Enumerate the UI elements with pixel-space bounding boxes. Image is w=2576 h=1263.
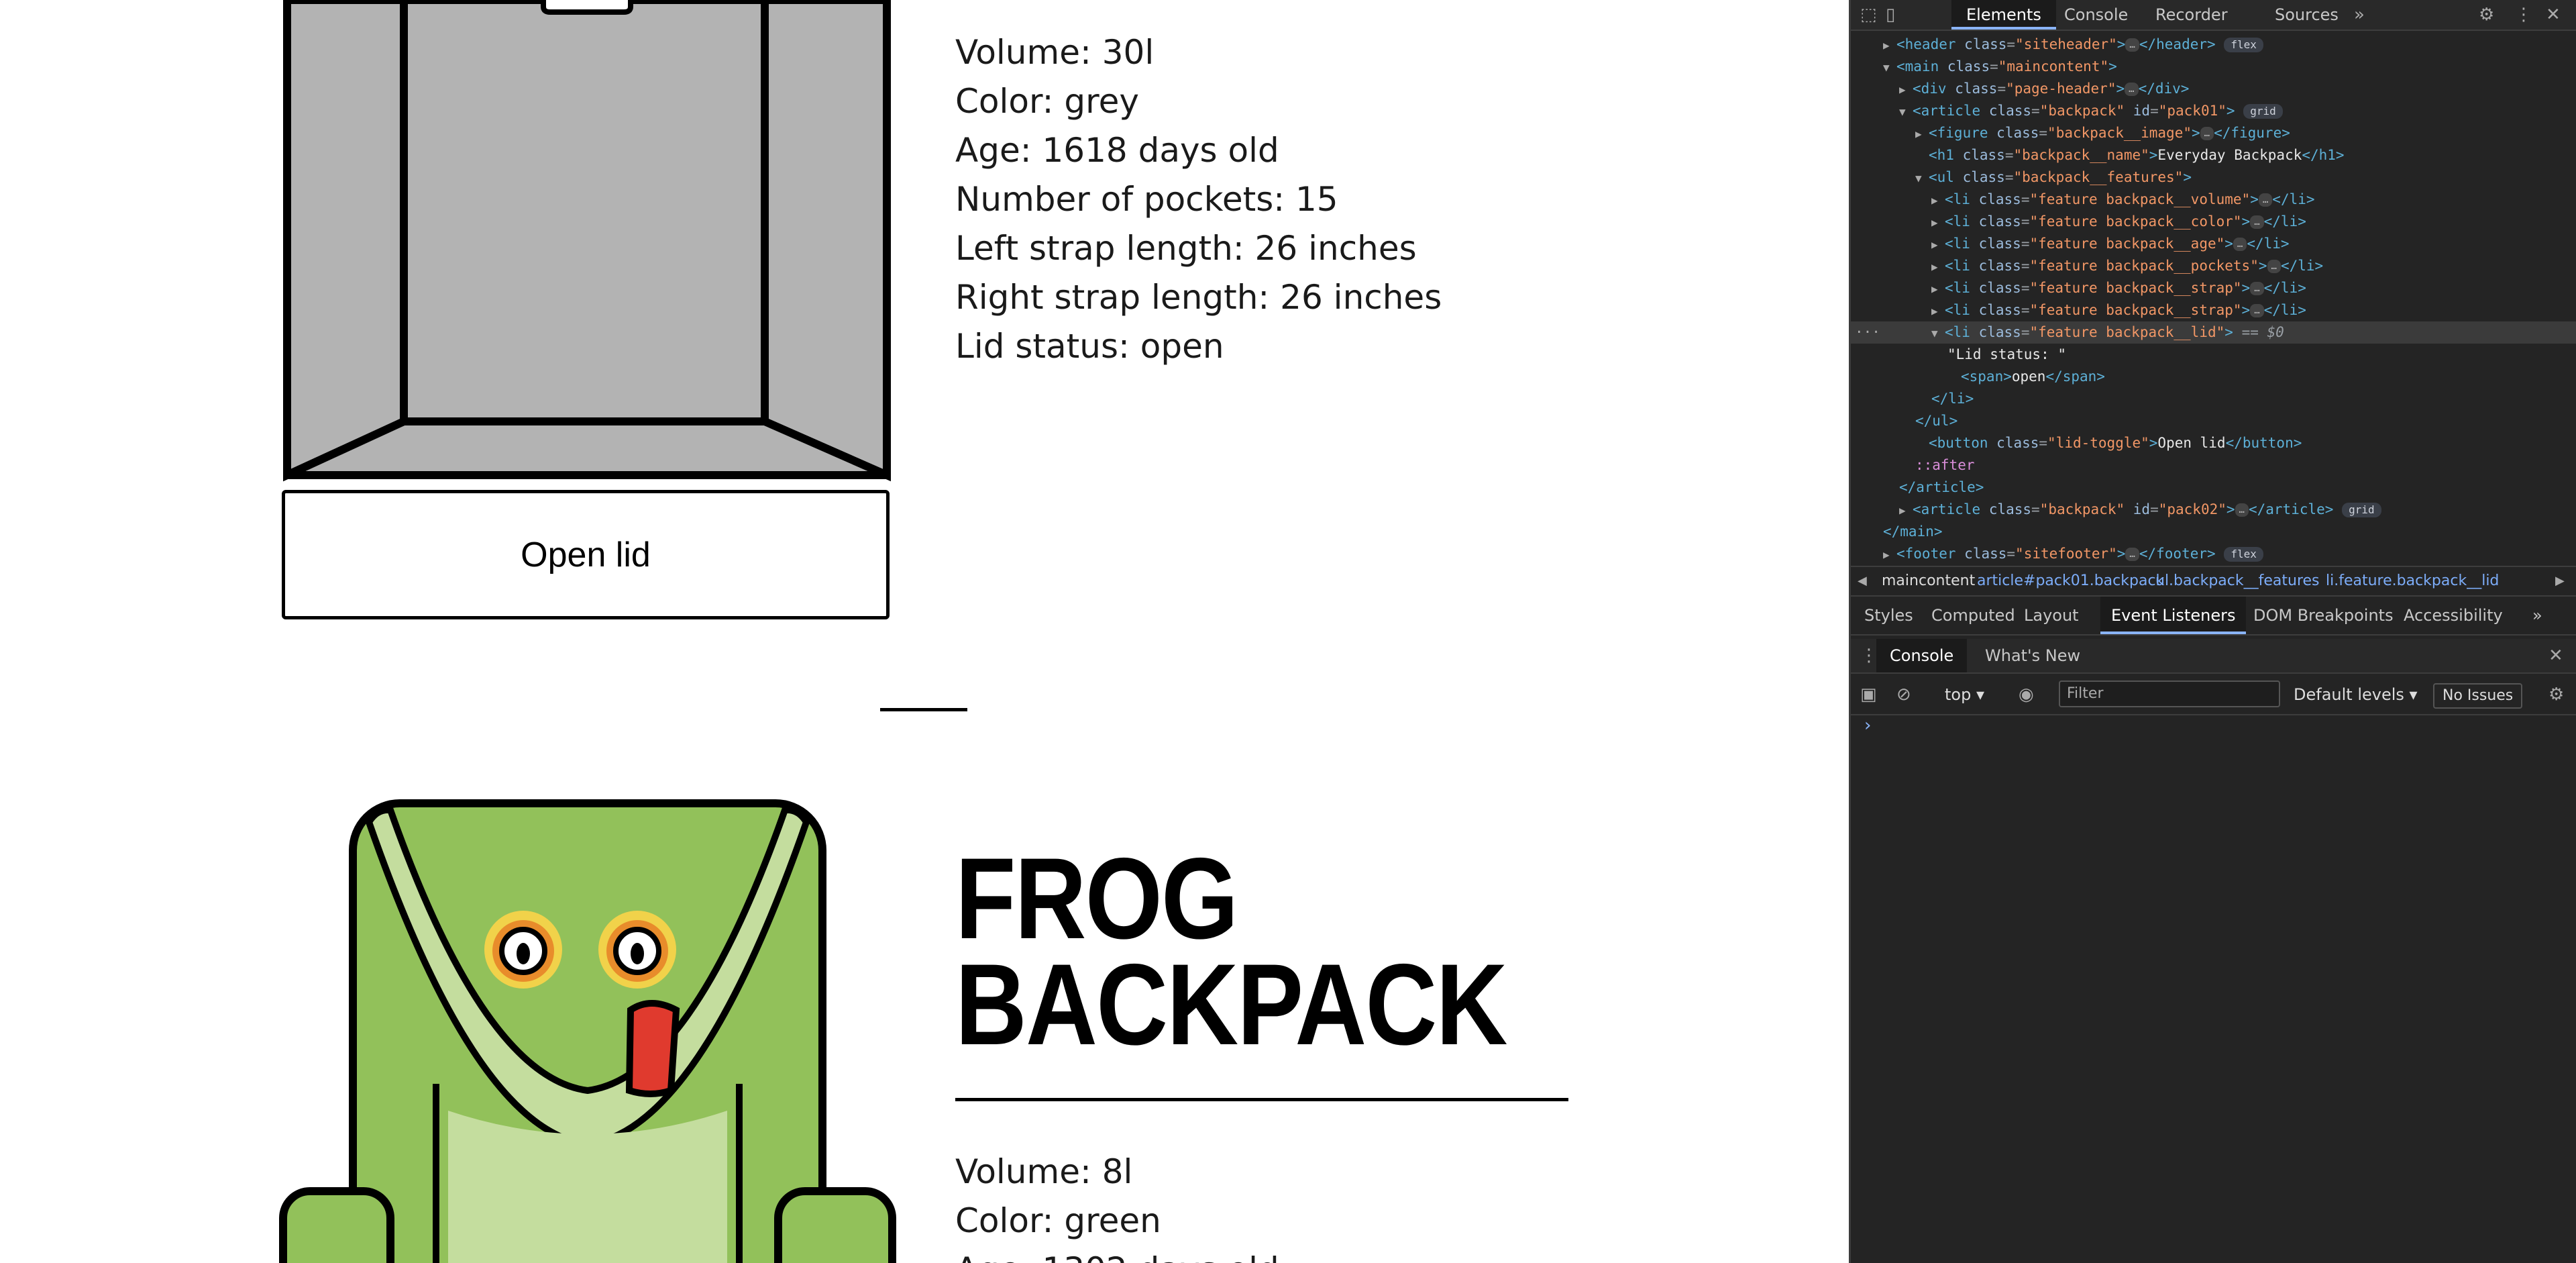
drawer-tab-whats-new[interactable]: What's New bbox=[1972, 639, 2094, 672]
tab-elements[interactable]: Elements bbox=[1951, 0, 2056, 30]
title-line-2: BACKPACK bbox=[955, 940, 1507, 1069]
sidebar-toggle-icon[interactable]: ▣ bbox=[1860, 674, 1877, 715]
context-select[interactable]: top ▾ bbox=[1945, 674, 1984, 715]
drawer-close-icon[interactable]: ✕ bbox=[2548, 639, 2563, 672]
feature-age: Age: 1618 days old bbox=[955, 131, 1279, 170]
device-toolbar-icon[interactable]: ▯ bbox=[1886, 0, 1895, 30]
more-tabs-icon[interactable]: » bbox=[2354, 0, 2365, 30]
clear-console-icon[interactable]: ⊘ bbox=[1896, 674, 1911, 715]
crumb-left-icon[interactable]: ◀ bbox=[1858, 567, 1867, 595]
console-toolbar: ▣ ⊘ top ▾ ◉ Filter Default levels ▾ No I… bbox=[1851, 674, 2576, 715]
kebab-menu-icon[interactable]: ⋮ bbox=[2515, 0, 2532, 30]
elements-tree[interactable]: ▶ <header class="siteheader">… </header> f… bbox=[1851, 34, 2576, 564]
tab-dom-breakpoints[interactable]: DOM Breakpoints bbox=[2243, 597, 2404, 634]
context-value: top bbox=[1945, 685, 1972, 704]
tab-styles[interactable]: Styles bbox=[1854, 597, 1924, 634]
title-line-1: FROG bbox=[955, 834, 1238, 963]
inspect-icon[interactable]: ⬚ bbox=[1860, 0, 1877, 30]
feature-lid-status: Lid status: open bbox=[955, 327, 1224, 366]
open-lid-button[interactable]: Open lid bbox=[282, 490, 890, 619]
frog-backpack-title: FROG BACKPACK bbox=[955, 834, 1507, 1069]
levels-select[interactable]: Default levels ▾ bbox=[2294, 674, 2418, 715]
drawer-tab-console[interactable]: Console bbox=[1876, 639, 1968, 672]
drawer-menu-icon[interactable]: ⋮ bbox=[1860, 639, 1878, 672]
dom-node-row[interactable]: ▼ <li class="feature backpack__lid"> == $… bbox=[1851, 321, 2576, 344]
drawer-tabs: ⋮ Console What's New ✕ bbox=[1851, 639, 2576, 674]
elements-subtabs: Styles Computed Layout Event Listeners D… bbox=[1851, 597, 2576, 636]
more-subtabs-icon[interactable]: » bbox=[2522, 597, 2553, 634]
crumb-right-icon[interactable]: ▶ bbox=[2555, 567, 2565, 595]
tab-recorder[interactable]: Recorder bbox=[2141, 0, 2243, 30]
feature-color: Color: grey bbox=[955, 82, 1139, 121]
feature-left-strap: Left strap length: 26 inches bbox=[955, 229, 1417, 268]
feature-right-strap: Right strap length: 26 inches bbox=[955, 278, 1442, 317]
breadcrumb-item[interactable]: maincontent bbox=[1882, 567, 1975, 595]
frog-feature-color: Color: green bbox=[955, 1201, 1161, 1240]
tab-sources[interactable]: Sources bbox=[2260, 0, 2353, 30]
backpack-grey-image bbox=[283, 0, 891, 482]
issues-button[interactable]: No Issues bbox=[2433, 683, 2523, 709]
filter-input[interactable]: Filter bbox=[2059, 680, 2280, 707]
tab-event-listeners[interactable]: Event Listeners bbox=[2100, 597, 2247, 634]
tab-accessibility[interactable]: Accessibility bbox=[2393, 597, 2514, 634]
feature-volume: Volume: 30l bbox=[955, 33, 1155, 72]
levels-value: Default levels bbox=[2294, 685, 2404, 704]
page-viewport: Volume: 30l Color: grey Age: 1618 days o… bbox=[0, 0, 1849, 1263]
eye-icon[interactable]: ◉ bbox=[2019, 674, 2034, 715]
frog-feature-volume: Volume: 8l bbox=[955, 1152, 1133, 1191]
console-prompt[interactable]: › bbox=[1864, 715, 1871, 736]
tab-console[interactable]: Console bbox=[2049, 0, 2143, 30]
breadcrumb-item[interactable]: article#pack01.backpack bbox=[1977, 567, 2164, 595]
tab-layout[interactable]: Layout bbox=[2013, 597, 2090, 634]
devtools-panel: ⬚ ▯ Elements Console Recorder Sources » … bbox=[1849, 0, 2576, 1263]
frog-feature-age: Age: 1302 days old bbox=[955, 1246, 1279, 1263]
frog-backpack-image bbox=[279, 799, 896, 1263]
title-rule bbox=[955, 1098, 1568, 1101]
breadcrumb-item[interactable]: ul.backpack__features bbox=[2155, 567, 2320, 595]
devtools-main-tabs: ⬚ ▯ Elements Console Recorder Sources » … bbox=[1851, 0, 2576, 31]
feature-pockets: Number of pockets: 15 bbox=[955, 180, 1338, 219]
tab-computed[interactable]: Computed bbox=[1921, 597, 2026, 634]
breadcrumb-item[interactable]: li.feature.backpack__lid bbox=[2326, 567, 2499, 595]
settings-icon[interactable]: ⚙ bbox=[2479, 0, 2494, 30]
breadcrumb: ◀ ▶ maincontent article#pack01.backpack ul… bbox=[1851, 566, 2576, 597]
console-settings-icon[interactable]: ⚙ bbox=[2548, 674, 2564, 715]
close-icon[interactable]: ✕ bbox=[2546, 0, 2561, 30]
section-divider bbox=[880, 708, 967, 711]
